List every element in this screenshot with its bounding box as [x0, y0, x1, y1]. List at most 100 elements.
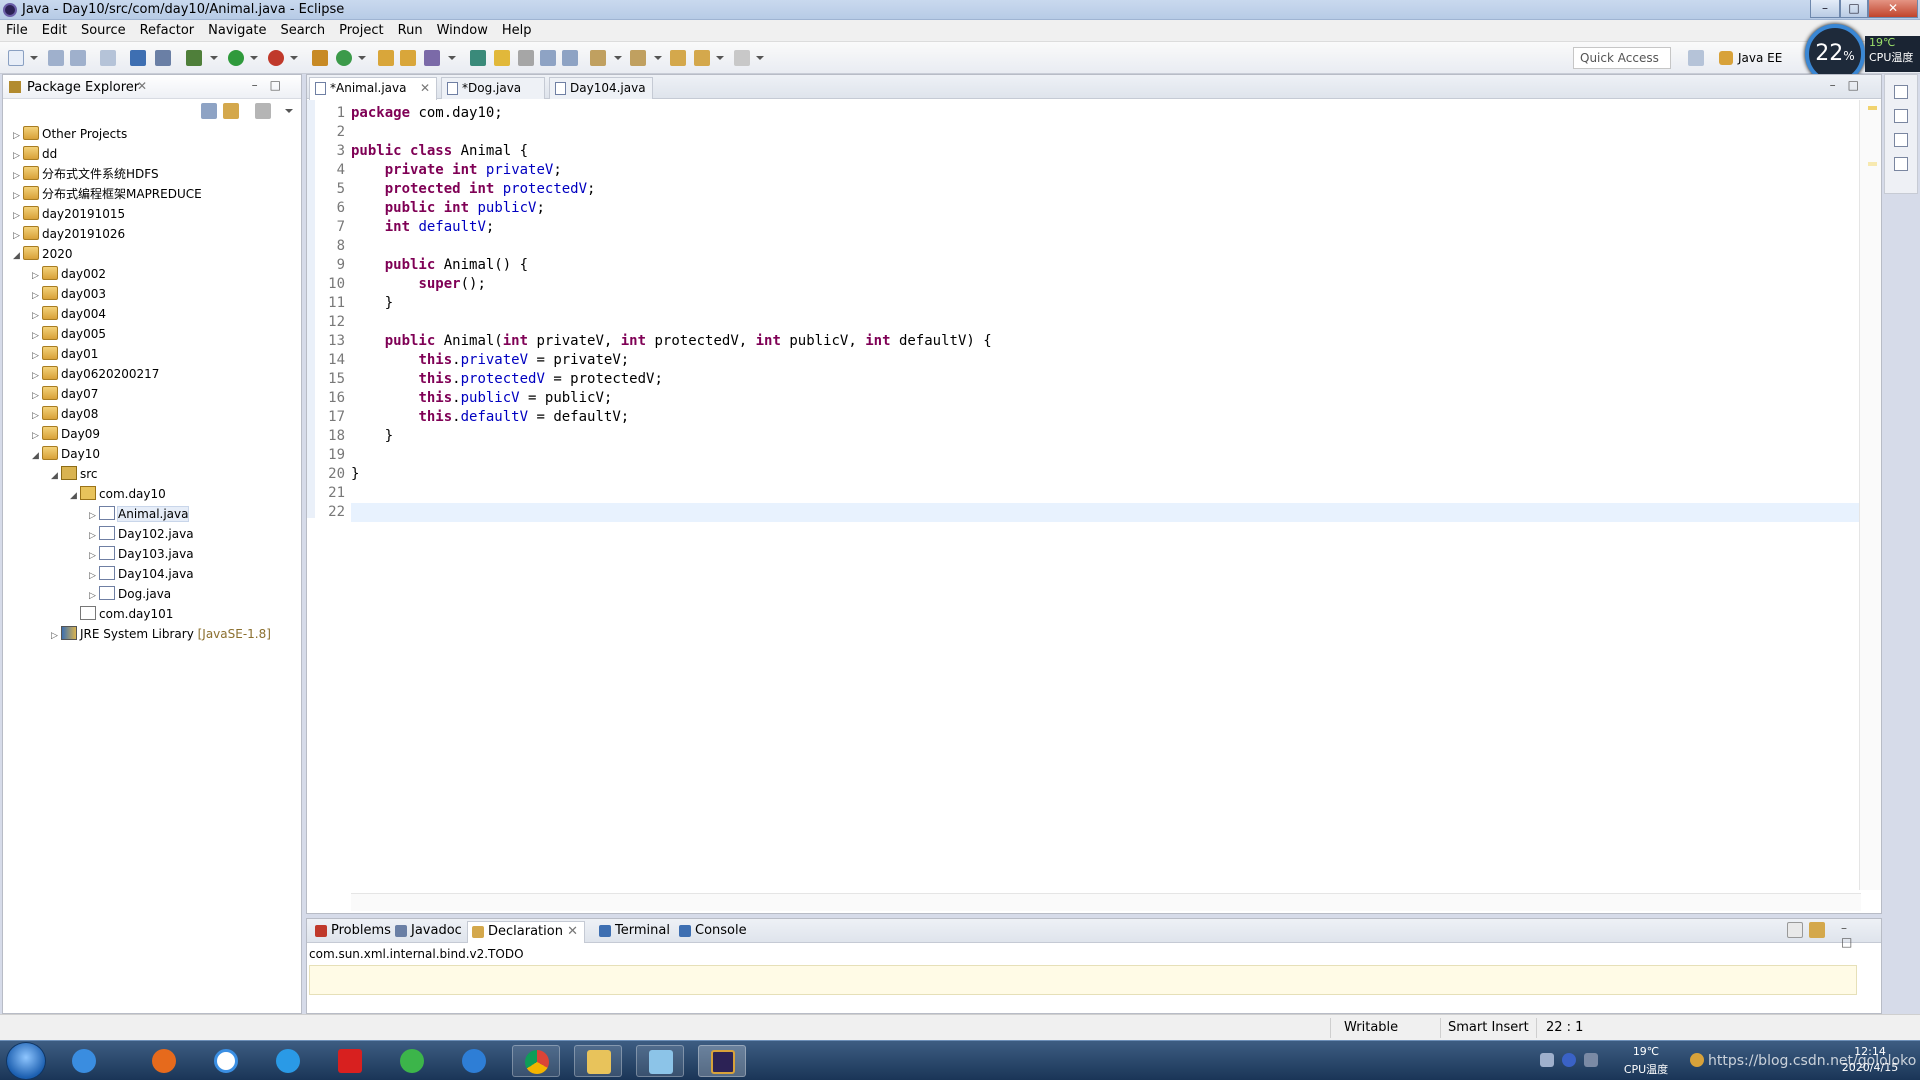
next-annotation-dropdown-icon[interactable] — [614, 56, 622, 60]
network-icon[interactable] — [1540, 1053, 1554, 1067]
expand-arrow-icon[interactable]: ▷ — [32, 267, 42, 285]
menu-search[interactable]: Search — [280, 23, 325, 38]
tree-item[interactable]: ◢ com.day10 — [70, 485, 166, 503]
close-tab-icon[interactable]: ✕ — [420, 78, 430, 98]
expand-arrow-icon[interactable]: ▷ — [32, 347, 42, 365]
next-annotation-icon[interactable] — [590, 50, 606, 66]
print-icon[interactable] — [100, 50, 116, 66]
tree-item[interactable]: ▷ JRE System Library [JavaSE-1.8] — [51, 625, 271, 643]
tree-item[interactable]: ▷ day20191015 — [13, 205, 125, 223]
run-dropdown-icon[interactable] — [250, 56, 258, 60]
close-view-icon[interactable]: ✕ — [137, 79, 147, 93]
tree-item[interactable]: ▷ Dog.java — [89, 585, 171, 603]
collapse-arrow-icon[interactable]: ◢ — [51, 467, 61, 485]
open-folder-icon[interactable] — [400, 50, 416, 66]
code-line[interactable]: private int privateV; — [351, 161, 562, 180]
back-dropdown-icon[interactable] — [716, 56, 724, 60]
editor-tab[interactable]: *Animal.java ✕ — [309, 77, 437, 100]
external-tools-icon[interactable] — [268, 50, 284, 66]
package-explorer-title[interactable]: Package Explorer — [27, 80, 139, 95]
show-whitespace-icon[interactable] — [562, 50, 578, 66]
menu-edit[interactable]: Edit — [42, 23, 67, 38]
back-icon[interactable] — [694, 50, 710, 66]
new-class-icon[interactable] — [336, 50, 352, 66]
collapse-arrow-icon[interactable]: ◢ — [70, 487, 80, 505]
expand-arrow-icon[interactable]: ▷ — [32, 327, 42, 345]
tree-item[interactable]: ▷ Other Projects — [13, 125, 127, 143]
maximize-button[interactable]: □ — [1840, 0, 1868, 18]
link-with-editor-icon[interactable] — [223, 103, 239, 119]
menu-help[interactable]: Help — [502, 23, 532, 38]
pin-icon[interactable] — [1787, 922, 1803, 938]
tree-item[interactable]: ▷ Day102.java — [89, 525, 194, 543]
tree-item[interactable]: ▷ day01 — [32, 345, 98, 363]
expand-arrow-icon[interactable]: ▷ — [13, 127, 23, 145]
bottom-tab-terminal[interactable]: Terminal — [595, 921, 671, 943]
ie-icon[interactable] — [60, 1045, 108, 1077]
expand-arrow-icon[interactable]: ▷ — [13, 227, 23, 245]
expand-arrow-icon[interactable]: ▷ — [32, 387, 42, 405]
cloud-icon[interactable] — [264, 1045, 312, 1077]
explorer-icon[interactable] — [574, 1045, 622, 1077]
view-minmax-icons[interactable]: –□ — [252, 78, 293, 92]
forward-dropdown-icon[interactable] — [756, 56, 764, 60]
debug-icon[interactable] — [186, 50, 202, 66]
expand-arrow-icon[interactable]: ▷ — [89, 527, 99, 545]
code-line[interactable]: this.defaultV = defaultV; — [351, 408, 629, 427]
editor-tab[interactable]: Day104.java — [549, 77, 653, 99]
tree-item[interactable]: ▷ day003 — [32, 285, 106, 303]
search-dropdown-icon[interactable] — [448, 56, 456, 60]
run-icon[interactable] — [228, 50, 244, 66]
tree-item[interactable]: ▷ 分布式文件系统HDFS — [13, 165, 159, 183]
bottom-tab-problems[interactable]: Problems — [311, 921, 391, 943]
360-icon[interactable] — [388, 1045, 436, 1077]
code-line[interactable]: package com.day10; — [351, 104, 503, 123]
declaration-source-area[interactable] — [309, 965, 1857, 995]
skip-breakpoints-icon[interactable] — [155, 50, 171, 66]
expand-arrow-icon[interactable]: ▷ — [32, 407, 42, 425]
tree-item[interactable]: com.day101 — [70, 605, 173, 623]
link-icon[interactable] — [1809, 922, 1825, 938]
open-type-icon[interactable] — [378, 50, 394, 66]
tree-item[interactable]: ◢ Day10 — [32, 445, 100, 463]
tree-item[interactable]: ▷ day20191026 — [13, 225, 125, 243]
expand-arrow-icon[interactable]: ▷ — [89, 547, 99, 565]
tree-item[interactable]: ▷ Day09 — [32, 425, 100, 443]
firefox-icon[interactable] — [140, 1045, 188, 1077]
tree-item[interactable]: ▷ day002 — [32, 265, 106, 283]
code-line[interactable]: super(); — [351, 275, 485, 294]
insert-mode-status[interactable]: Smart Insert — [1448, 1020, 1529, 1035]
java-ee-perspective-button[interactable]: Java EE — [1716, 47, 1782, 69]
quick-access-input[interactable]: Quick Access — [1573, 47, 1671, 69]
view-menu-icon[interactable] — [285, 109, 293, 113]
new-class-dropdown-icon[interactable] — [358, 56, 366, 60]
code-line[interactable]: } — [351, 427, 393, 446]
annotation-icon[interactable] — [470, 50, 486, 66]
expand-arrow-icon[interactable]: ▷ — [32, 287, 42, 305]
chrome-icon[interactable] — [512, 1045, 560, 1077]
code-line[interactable]: int defaultV; — [351, 218, 495, 237]
code-line[interactable]: public int publicV; — [351, 199, 545, 218]
new-java-project-icon[interactable] — [312, 50, 328, 66]
menu-file[interactable]: File — [6, 23, 28, 38]
horizontal-scrollbar[interactable] — [351, 893, 1861, 911]
start-button[interactable] — [6, 1042, 46, 1080]
previous-annotation-icon[interactable] — [630, 50, 646, 66]
editor-tab[interactable]: *Dog.java — [441, 77, 545, 99]
last-edit-icon[interactable] — [670, 50, 686, 66]
mark-occurrences-icon[interactable] — [494, 50, 510, 66]
code-line[interactable] — [351, 503, 1861, 522]
task-list-icon[interactable] — [1894, 157, 1908, 171]
restore-view-icon-2[interactable] — [1894, 133, 1908, 147]
collapse-arrow-icon[interactable]: ◢ — [13, 247, 23, 265]
tree-item[interactable]: ▷ dd — [13, 145, 57, 163]
expand-arrow-icon[interactable]: ▷ — [89, 507, 99, 525]
forward-icon[interactable] — [734, 50, 750, 66]
collapse-all-icon[interactable] — [201, 103, 217, 119]
tree-item[interactable]: ▷ day005 — [32, 325, 106, 343]
menu-project[interactable]: Project — [339, 23, 383, 38]
code-line[interactable]: public class Animal { — [351, 142, 528, 161]
overview-warning-mark[interactable] — [1868, 106, 1877, 110]
baidu-netdisk-icon[interactable] — [202, 1045, 250, 1077]
close-button[interactable]: ✕ — [1868, 0, 1918, 18]
